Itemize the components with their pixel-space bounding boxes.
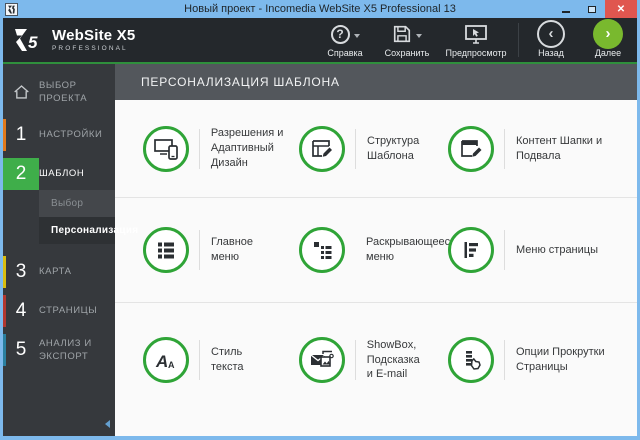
help-icon: ? [330,24,350,44]
svg-text:5: 5 [28,33,38,52]
preview-button[interactable]: Предпросмотр [438,18,514,62]
sidebar-item-label: КАРТА [39,266,72,278]
svg-text:A: A [155,352,168,371]
sidebar-item-label: АНАЛИЗ И ЭКСПОРТ [39,337,92,362]
feature-label: Стиль текста [211,346,244,373]
step-number: 3 [15,261,27,282]
step-number: 4 [15,300,27,321]
divider [355,128,356,169]
feature-label: Опции Прокрутки Страницы [516,346,605,373]
showbox-tooltip-email-icon [310,350,334,367]
window-title: Новый проект - Incomedia WebSite X5 Prof… [184,3,456,15]
toolbar-separator [518,23,519,57]
feature-dropdown-menu[interactable]: Раскрывающееся меню [299,227,456,273]
page-title: ПЕРСОНАЛИЗАЦИЯ ШАБЛОНА [115,64,637,100]
titlebar[interactable]: Новый проект - Incomedia WebSite X5 Prof… [3,0,637,18]
feature-template-structure[interactable]: Структура Шаблона [299,125,448,172]
feature-responsive-design[interactable]: Разрешения и Адаптивный Дизайн [143,125,299,172]
page-menu-icon [464,242,478,258]
sidebar-step-template[interactable]: 2 ШАБЛОН [3,158,115,190]
home-icon [13,85,29,99]
step-color-strip [3,119,6,151]
main-panel: ПЕРСОНАЛИЗАЦИЯ ШАБЛОНА Разрешения и Адап… [115,64,637,436]
sidebar-item-label: СТРАНИЦЫ [39,305,98,317]
help-button[interactable]: ? Справка [314,18,376,62]
toolbar: 5 WebSite X5 PROFESSIONAL ? Справка Сохр… [3,18,637,62]
feature-main-menu[interactable]: Главное меню [143,227,299,273]
submenu-item-personalization[interactable]: Персонализация [39,217,138,244]
page-scroll-options-icon [466,351,481,370]
help-label: Справка [327,48,363,58]
divider [504,340,505,380]
sidebar-step-map[interactable]: 3 КАРТА [3,256,115,288]
back-icon: ‹ [537,20,565,48]
feature-label: Разрешения и Адаптивный Дизайн [210,127,284,169]
feature-label: Главное меню [211,236,254,263]
step-color-strip [3,295,6,327]
template-submenu: Выбор Персонализация [39,190,138,244]
logo-subtitle: PROFESSIONAL [52,45,128,52]
step-color-strip [3,256,6,288]
sidebar-item-label: ШАБЛОН [39,168,85,180]
step-number: 2 [3,158,39,190]
save-label: Сохранить [384,48,430,58]
divider [199,340,200,380]
back-label: Назад [538,48,564,58]
sidebar-item-label: ВЫБОР ПРОЕКТА [39,79,88,104]
feature-label: Контент Шапки и Подвала [516,134,603,162]
sidebar-step-analysis-export[interactable]: 5 АНАЛИЗ И ЭКСПОРТ [3,334,115,366]
sidebar-item-label: НАСТРОЙКИ [39,129,103,141]
app-window: Новый проект - Incomedia WebSite X5 Prof… [0,0,640,440]
save-icon [393,25,411,43]
svg-text:A: A [168,360,175,370]
feature-grid: Разрешения и Адаптивный Дизайн Структура… [115,100,637,436]
websitex5-logo-icon: 5 [15,29,38,52]
feature-label: ShowBox, Подсказка и E-mail [366,338,420,381]
sidebar-step-settings[interactable]: 1 НАСТРОЙКИ [3,119,115,151]
sidebar: ВЫБОР ПРОЕКТА 1 НАСТРОЙКИ 2 ШАБЛОН Выбор… [3,64,138,436]
websitex5-logo: 5 WebSite X5 PROFESSIONAL [3,18,173,62]
sidebar-collapse-icon[interactable] [105,420,110,428]
back-button[interactable]: ‹ Назад [523,18,579,62]
text-style-icon: A A [155,352,175,371]
dropdown-menu-icon [314,242,332,259]
sidebar-step-pages[interactable]: 4 СТРАНИЦЫ [3,295,115,327]
preview-icon [465,24,487,44]
next-icon: › [593,19,623,49]
step-color-strip [3,334,6,366]
next-button[interactable]: › Далее [579,18,637,62]
feature-header-footer-content[interactable]: Контент Шапки и Подвала [448,125,603,172]
divider [504,128,505,169]
sidebar-item-project-selection[interactable]: ВЫБОР ПРОЕКТА [3,72,115,112]
template-structure-icon [312,139,332,157]
feature-label: Меню страницы [516,243,598,256]
feature-text-style[interactable]: A A Стиль текста [143,337,299,383]
chevron-down-icon [416,33,422,38]
header-footer-content-icon [461,139,482,157]
feature-showbox-tooltip-email[interactable]: ShowBox, Подсказка и E-mail [299,337,448,383]
step-number: 5 [15,339,27,360]
feature-label: Раскрывающееся меню [366,236,457,263]
feature-page-scroll-options[interactable]: Опции Прокрутки Страницы [448,337,605,383]
divider [355,340,356,380]
logo-title: WebSite X5 [52,27,136,44]
chevron-down-icon [353,33,360,38]
next-label: Далее [594,48,622,58]
app-frame: 5 WebSite X5 PROFESSIONAL ? Справка Сохр… [3,18,637,436]
preview-label: Предпросмотр [445,48,507,58]
divider [199,128,200,169]
feature-page-menu[interactable]: Меню страницы [448,227,598,273]
responsive-design-icon [154,138,178,160]
feature-label: Структура Шаблона [367,134,420,162]
main-menu-icon [158,242,174,259]
submenu-item-selection[interactable]: Выбор [39,190,115,217]
divider [199,230,200,270]
divider [504,230,505,270]
save-button[interactable]: Сохранить [376,18,438,62]
step-number: 1 [15,124,27,145]
